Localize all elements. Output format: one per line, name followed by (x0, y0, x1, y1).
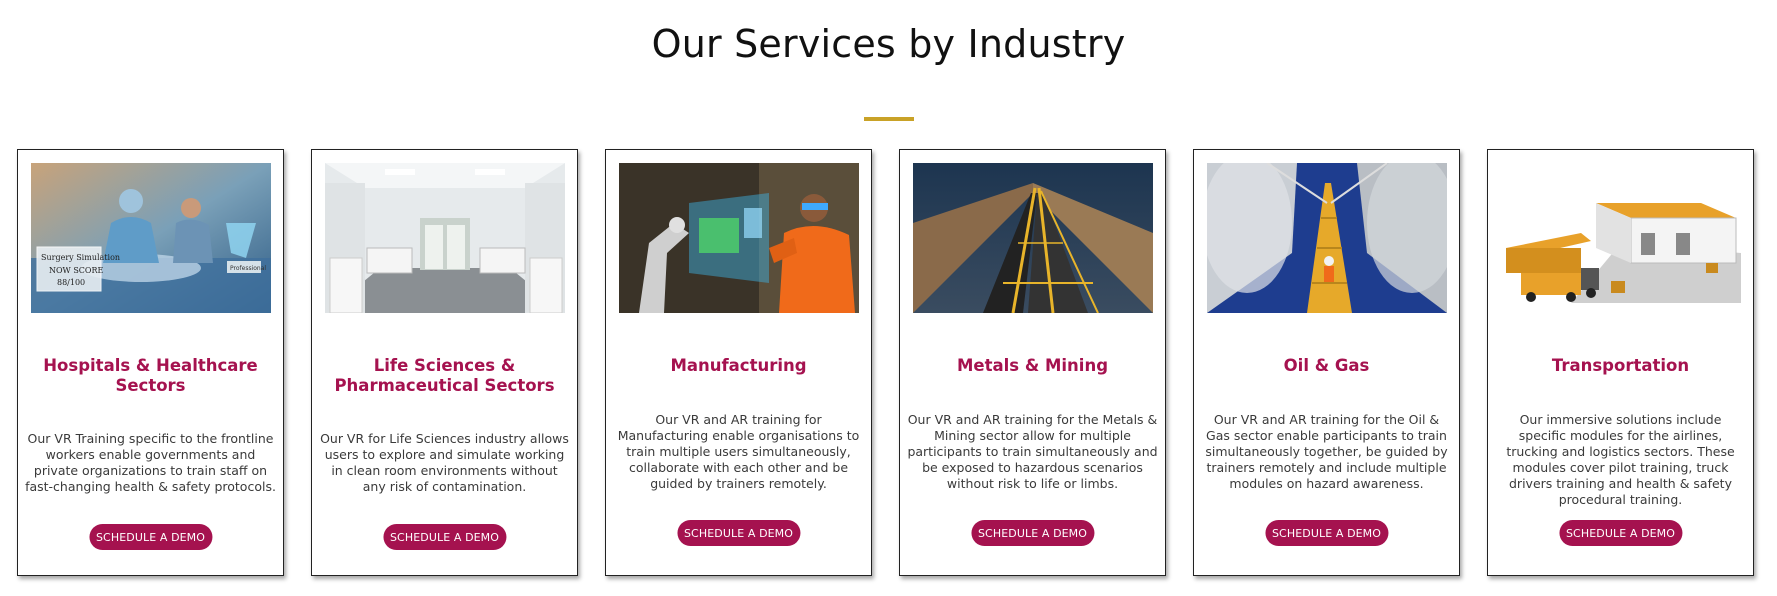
surgery-vr-image: Surgery Simulation NOW SCORE 88/100 Prof… (31, 163, 271, 313)
industry-card-transportation: Transportation Our immersive solutions i… (1487, 149, 1754, 576)
clean-room-lab-image (325, 163, 565, 313)
card-title: Life Sciences & Pharmaceutical Sectors (334, 356, 555, 395)
oil-gas-tanks-image (1207, 163, 1447, 313)
card-title: Metals & Mining (956, 356, 1109, 375)
trucks-warehouse-image (1501, 163, 1741, 313)
card-description: Our VR for Life Sciences industry allows… (320, 431, 569, 494)
page-title: Our Services by Industry (651, 22, 1126, 66)
card-title: Hospitals & Healthcare Sectors (43, 356, 258, 395)
svg-text:88/100: 88/100 (57, 278, 85, 287)
industry-card-metals-mining: Metals & Mining Our VR and AR training f… (899, 149, 1166, 576)
card-description: Our VR and AR training for the Oil & Gas… (1205, 412, 1448, 491)
schedule-demo-button[interactable]: SCHEDULE A DEMO (382, 524, 507, 550)
mining-conveyor-image (913, 163, 1153, 313)
card-description: Our VR and AR training for the Metals & … (907, 412, 1158, 491)
svg-text:Surgery Simulation: Surgery Simulation (41, 253, 120, 262)
industry-card-manufacturing: Manufacturing Our VR and AR training for… (605, 149, 872, 576)
schedule-demo-button[interactable]: SCHEDULE A DEMO (1558, 520, 1683, 546)
schedule-demo-button[interactable]: SCHEDULE A DEMO (676, 520, 801, 546)
card-title: Oil & Gas (1283, 356, 1370, 375)
ar-robot-arm-image (619, 163, 859, 313)
card-title: Transportation (1551, 356, 1690, 375)
schedule-demo-button[interactable]: SCHEDULE A DEMO (88, 524, 213, 550)
card-description: Our VR Training specific to the frontlin… (25, 431, 276, 494)
card-description: Our VR and AR training for Manufacturing… (617, 412, 860, 491)
title-divider (864, 117, 914, 121)
card-description: Our immersive solutions include specific… (1506, 412, 1735, 507)
card-title: Manufacturing (670, 356, 807, 375)
industry-card-life-sciences: Life Sciences & Pharmaceutical Sectors O… (311, 149, 578, 576)
schedule-demo-button[interactable]: SCHEDULE A DEMO (1264, 520, 1389, 546)
svg-text:Professional: Professional (230, 265, 266, 272)
industry-card-hospitals: Surgery Simulation NOW SCORE 88/100 Prof… (17, 149, 284, 576)
schedule-demo-button[interactable]: SCHEDULE A DEMO (970, 520, 1095, 546)
industry-card-oil-gas: Oil & Gas Our VR and AR training for the… (1193, 149, 1460, 576)
industry-card-row: Surgery Simulation NOW SCORE 88/100 Prof… (17, 149, 1754, 576)
svg-text:NOW SCORE: NOW SCORE (49, 266, 104, 275)
